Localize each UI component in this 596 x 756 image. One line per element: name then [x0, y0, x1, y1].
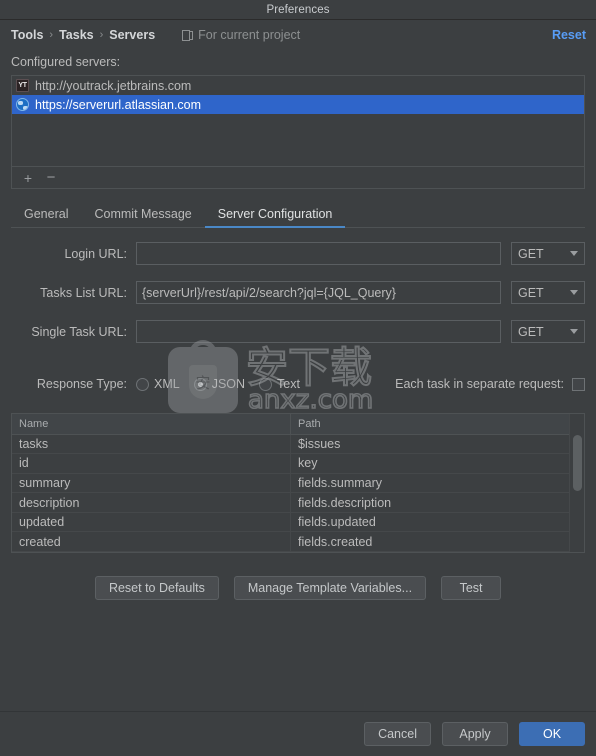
server-url: http://youtrack.jetbrains.com — [35, 78, 192, 93]
radio-indicator-text — [259, 377, 273, 391]
chevron-down-icon — [570, 290, 578, 295]
scope-label: For current project — [198, 28, 301, 42]
manage-template-variables-button[interactable]: Manage Template Variables... — [233, 576, 427, 600]
table-row[interactable]: tasks $issues — [12, 434, 569, 455]
single-task-url-row: Single Task URL: GET — [11, 320, 585, 343]
cell-path: fields.created — [298, 534, 373, 549]
add-server-button[interactable]: + — [18, 169, 38, 187]
single-task-url-label: Single Task URL: — [31, 324, 127, 339]
table-row[interactable]: updated fields.updated — [12, 512, 569, 533]
window-title: Preferences — [266, 3, 330, 16]
login-url-input[interactable] — [136, 242, 501, 265]
server-configuration-form: Login URL: GET Tasks List URL: GET Singl… — [11, 242, 585, 391]
server-url: https://serverurl.atlassian.com — [35, 97, 202, 112]
table-row[interactable]: created fields.created — [12, 532, 569, 552]
radio-response-type-xml[interactable]: XML — [136, 377, 180, 391]
chevron-down-icon — [570, 329, 578, 334]
cell-name: updated — [12, 512, 291, 532]
radio-response-type-json[interactable]: JSON — [193, 377, 246, 391]
servers-list-toolbar: + − — [11, 167, 585, 189]
breadcrumb-item-servers[interactable]: Servers — [109, 28, 155, 42]
each-task-separate-label: Each task in separate request: — [395, 377, 564, 391]
cell-path: key — [298, 456, 318, 471]
each-task-separate-checkbox[interactable] — [572, 377, 585, 391]
configuration-actions: Reset to Defaults Manage Template Variab… — [11, 576, 585, 600]
radio-indicator-xml — [136, 377, 149, 391]
cell-path: fields.description — [298, 495, 392, 510]
selected-method: GET — [518, 285, 544, 300]
configured-servers-label: Configured servers: — [11, 55, 121, 69]
list-item[interactable]: https://serverurl.atlassian.com — [12, 95, 584, 114]
scrollbar-thumb[interactable] — [573, 435, 582, 491]
breadcrumb-separator: › — [49, 29, 54, 41]
reset-to-defaults-button[interactable]: Reset to Defaults — [94, 576, 219, 600]
table-header-row: Name Path — [12, 414, 569, 435]
radio-label-json: JSON — [211, 377, 246, 391]
breadcrumb-separator: › — [99, 29, 104, 41]
column-header-name[interactable]: Name — [12, 414, 291, 434]
tasks-list-url-method-select[interactable]: GET — [511, 281, 585, 304]
selected-method: GET — [518, 324, 544, 339]
radio-indicator-json — [193, 377, 207, 391]
single-task-url-input[interactable] — [136, 320, 501, 343]
table-vertical-scrollbar[interactable] — [569, 414, 584, 552]
reset-link[interactable]: Reset — [552, 28, 586, 42]
settings-tabstrip: General Commit Message Server Configurat… — [11, 202, 585, 228]
cell-name: id — [12, 454, 291, 473]
breadcrumb-item-tools[interactable]: Tools — [11, 28, 43, 42]
dialog-footer: Cancel Apply OK — [0, 711, 596, 756]
cell-path: fields.summary — [298, 475, 383, 490]
radio-label-text: Text — [277, 377, 300, 391]
remove-server-button[interactable]: − — [41, 169, 61, 187]
list-item[interactable]: YT http://youtrack.jetbrains.com — [12, 76, 584, 95]
single-task-url-method-select[interactable]: GET — [511, 320, 585, 343]
tasks-list-url-input[interactable] — [136, 281, 501, 304]
cell-name: summary — [12, 473, 291, 493]
ok-button[interactable]: OK — [519, 722, 585, 746]
youtrack-icon: YT — [16, 79, 29, 92]
test-button[interactable]: Test — [441, 576, 502, 600]
radio-response-type-text[interactable]: Text — [259, 377, 300, 391]
tasks-list-url-label: Tasks List URL: — [40, 285, 127, 300]
login-url-row: Login URL: GET — [11, 242, 585, 265]
cancel-button[interactable]: Cancel — [364, 722, 431, 746]
response-type-row: Response Type: XML JSON Text Each task i… — [11, 377, 585, 391]
radio-label-xml: XML — [154, 377, 180, 391]
tasks-list-url-row: Tasks List URL: GET — [11, 281, 585, 304]
window-titlebar: Preferences — [0, 0, 596, 20]
chevron-down-icon — [570, 251, 578, 256]
cell-name: created — [12, 532, 291, 552]
scope-indicator: For current project — [182, 28, 300, 42]
project-module-icon — [182, 29, 194, 41]
response-type-label: Response Type: — [36, 377, 127, 391]
tab-general[interactable]: General — [11, 207, 81, 227]
column-header-path[interactable]: Path — [291, 414, 569, 434]
selected-method: GET — [518, 246, 544, 261]
breadcrumb-bar: Tools › Tasks › Servers For current proj… — [0, 20, 596, 50]
response-mapping-table: Name Path tasks $issues id key summary f… — [11, 413, 585, 553]
cell-name: tasks — [12, 434, 291, 454]
apply-button[interactable]: Apply — [442, 722, 508, 746]
cell-path: fields.updated — [298, 515, 376, 530]
tab-server-configuration[interactable]: Server Configuration — [204, 207, 346, 228]
login-url-label: Login URL: — [64, 246, 127, 261]
table-row[interactable]: description fields.description — [12, 493, 569, 513]
cell-path: $issues — [298, 436, 341, 451]
globe-icon — [16, 98, 29, 111]
table-row[interactable]: summary fields.summary — [12, 473, 569, 494]
breadcrumb-item-tasks[interactable]: Tasks — [59, 28, 94, 42]
tab-commit-message[interactable]: Commit Message — [81, 207, 204, 227]
cell-name: description — [12, 493, 291, 512]
configured-servers-list[interactable]: YT http://youtrack.jetbrains.com https:/… — [11, 75, 585, 167]
login-url-method-select[interactable]: GET — [511, 242, 585, 265]
table-row[interactable]: id key — [12, 454, 569, 474]
